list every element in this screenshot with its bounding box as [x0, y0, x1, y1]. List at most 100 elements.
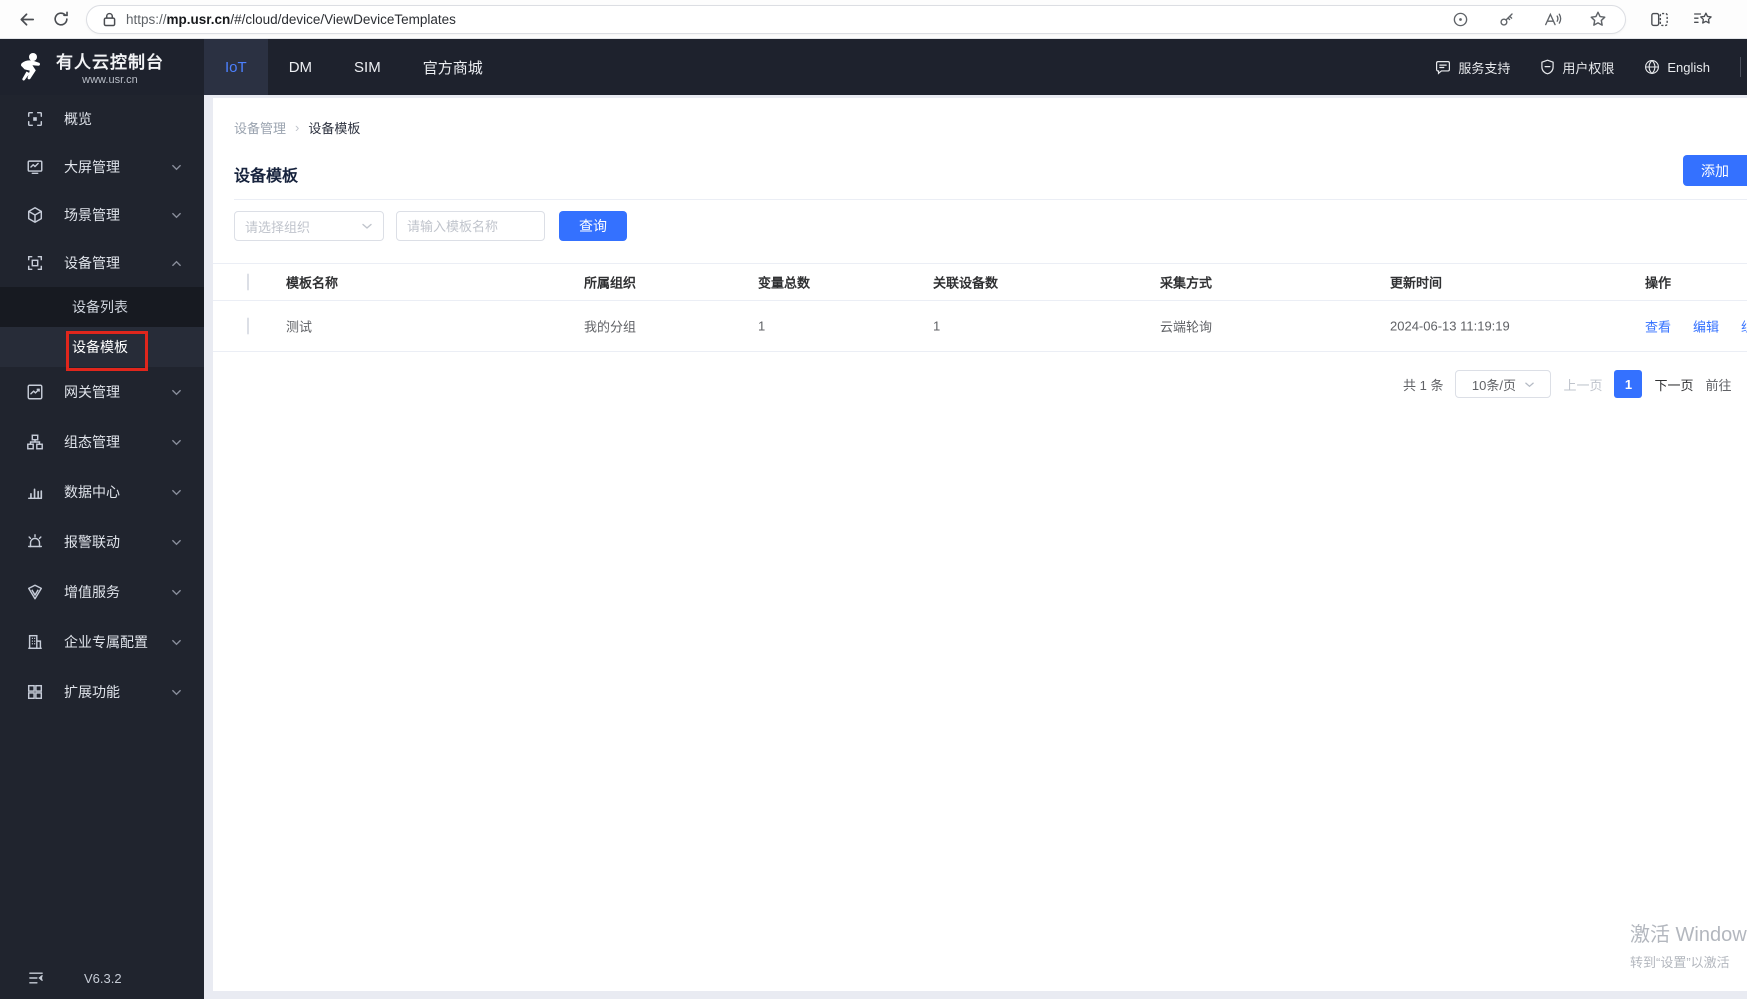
chevron-down-icon — [1525, 381, 1534, 387]
prev-page-button[interactable]: 上一页 — [1563, 375, 1602, 394]
row-template-name: 测试 — [286, 319, 313, 335]
select-all-checkbox[interactable] — [247, 273, 249, 291]
overview-icon — [27, 111, 43, 127]
sidebar-item-screen-mgmt[interactable]: 大屏管理 — [0, 143, 204, 191]
sidebar-footer: V6.3.2 — [0, 961, 204, 995]
browser-toolbar: https://mp.usr.cn/#/cloud/device/ViewDev… — [0, 0, 1747, 39]
gateway-chart-icon — [27, 384, 43, 400]
refresh-icon[interactable] — [44, 4, 78, 34]
password-key-icon[interactable] — [1495, 4, 1517, 34]
sidebar-item-device-templates[interactable]: 设备模板 — [0, 327, 204, 367]
row-collect-method: 云端轮询 — [1160, 319, 1213, 335]
badge-icon — [27, 584, 43, 600]
page-card: 设备管理 › 设备模板 设备模板 添加 请选择组织 查询 模板名称 所属组织 变… — [213, 98, 1747, 991]
title-divider — [234, 199, 1747, 200]
support-link[interactable]: 服务支持 — [1435, 58, 1510, 77]
cube-icon — [27, 207, 43, 223]
row-linked-devices-link[interactable]: 1 — [933, 319, 940, 334]
collections-icon[interactable] — [1686, 4, 1720, 34]
col-template-name: 模板名称 — [286, 275, 339, 291]
sidebar-item-data-center[interactable]: 数据中心 — [0, 467, 204, 517]
breadcrumb-device-mgmt[interactable]: 设备管理 — [234, 118, 286, 137]
logo-subtitle: www.usr.cn — [82, 74, 138, 86]
favorite-star-icon[interactable] — [1587, 4, 1609, 34]
pagination: 共 1 条 10条/页 上一页 1 下一页 前往 — [1403, 370, 1732, 398]
grid-squares-icon — [27, 684, 43, 700]
org-select[interactable]: 请选择组织 — [234, 211, 384, 241]
chevron-down-icon — [362, 223, 372, 229]
permission-link[interactable]: 用户权限 — [1540, 58, 1614, 77]
template-name-input[interactable] — [396, 211, 545, 241]
page-title: 设备模板 — [234, 168, 299, 185]
tab-dm[interactable]: DM — [268, 39, 333, 95]
row-variable-total: 1 — [758, 318, 766, 334]
sidebar-item-scene-mgmt[interactable]: 场景管理 — [0, 191, 204, 239]
split-screen-icon[interactable] — [1642, 4, 1676, 34]
language-switch[interactable]: English — [1644, 59, 1710, 75]
lock-icon[interactable] — [103, 12, 116, 27]
sidebar-item-enterprise-config[interactable]: 企业专属配置 — [0, 617, 204, 667]
read-aloud-icon[interactable] — [1541, 4, 1563, 34]
filter-bar: 请选择组织 查询 — [234, 211, 627, 241]
page-size-select[interactable]: 10条/页 — [1455, 370, 1552, 398]
view-link[interactable]: 查看 — [1645, 317, 1671, 336]
total-count-label: 共 1 条 — [1403, 377, 1444, 393]
col-update-time: 更新时间 — [1390, 275, 1443, 291]
row-checkbox[interactable] — [247, 317, 249, 335]
chevron-down-icon — [172, 589, 181, 595]
breadcrumb-device-templates: 设备模板 — [308, 121, 361, 136]
breadcrumb-separator: › — [295, 120, 300, 135]
logo[interactable]: 有人云控制台 www.usr.cn — [0, 39, 204, 95]
bar-chart-icon — [27, 488, 43, 500]
address-bar[interactable]: https://mp.usr.cn/#/cloud/device/ViewDev… — [86, 4, 1626, 34]
chevron-down-icon — [172, 389, 181, 395]
top-nav-tabs: IoT DM SIM 官方商城 — [204, 39, 504, 95]
tab-mall[interactable]: 官方商城 — [402, 39, 504, 95]
search-button[interactable]: 查询 — [559, 211, 627, 241]
chevron-down-icon — [172, 489, 181, 495]
current-page-button[interactable]: 1 — [1614, 370, 1643, 398]
row-organization: 我的分组 — [584, 319, 637, 335]
url-text: https://mp.usr.cn/#/cloud/device/ViewDev… — [126, 11, 456, 27]
main-content: 设备管理 › 设备模板 设备模板 添加 请选择组织 查询 模板名称 所属组织 变… — [204, 95, 1747, 999]
windows-activation-watermark: 激活 Windows 转到“设置”以激活 — [1630, 924, 1747, 970]
add-button[interactable]: 添加 — [1683, 155, 1747, 186]
tracking-prevention-icon[interactable] — [1449, 4, 1471, 34]
chevron-down-icon — [172, 164, 181, 170]
col-linked-devices: 关联设备数 — [933, 275, 999, 291]
edit-link[interactable]: 编辑 — [1693, 317, 1719, 336]
chevron-up-icon — [172, 260, 181, 266]
tab-sim[interactable]: SIM — [333, 39, 402, 95]
col-collect-method: 采集方式 — [1160, 275, 1213, 291]
sidebar-item-device-mgmt[interactable]: 设备管理 — [0, 239, 204, 287]
sidebar-item-scada-mgmt[interactable]: 组态管理 — [0, 417, 204, 467]
sidebar-item-overview[interactable]: 概览 — [0, 95, 204, 143]
collapse-menu-icon[interactable] — [28, 971, 44, 985]
alarm-siren-icon — [27, 534, 43, 548]
col-operations: 操作 — [1645, 275, 1672, 291]
big-screen-icon — [27, 160, 43, 175]
col-organization: 所属组织 — [584, 275, 637, 291]
version-label: V6.3.2 — [84, 970, 122, 986]
goto-page-label: 前往 — [1705, 377, 1732, 393]
sidebar-item-gateway-mgmt[interactable]: 网关管理 — [0, 367, 204, 417]
chat-bubble-icon — [1436, 60, 1451, 75]
sidebar: 概览 大屏管理 场景管理 设备管理 设备列表 设备模板 网关管理 组态管理 数据… — [0, 95, 204, 999]
tab-iot[interactable]: IoT — [204, 39, 268, 95]
sidebar-item-value-added[interactable]: 增值服务 — [0, 567, 204, 617]
back-icon[interactable] — [10, 4, 44, 34]
sidebar-item-device-list[interactable]: 设备列表 — [0, 287, 204, 327]
device-grid-icon — [27, 255, 43, 271]
chevron-down-icon — [172, 439, 181, 445]
table-row: 测试 我的分组 1 1 云端轮询 2024-06-13 11:19:19 查看 … — [213, 301, 1747, 352]
next-page-button[interactable]: 下一页 — [1654, 375, 1693, 394]
chevron-down-icon — [172, 539, 181, 545]
sidebar-item-extensions[interactable]: 扩展功能 — [0, 667, 204, 717]
header-separator — [1740, 57, 1741, 77]
sidebar-item-alarm-linkage[interactable]: 报警联动 — [0, 517, 204, 567]
row-update-time: 2024-06-13 11:19:19 — [1390, 318, 1510, 334]
chevron-down-icon — [172, 212, 181, 218]
col-variable-total: 变量总数 — [758, 275, 811, 291]
config-link[interactable]: 组态 — [1741, 317, 1747, 336]
device-mgmt-submenu: 设备列表 设备模板 — [0, 287, 204, 367]
